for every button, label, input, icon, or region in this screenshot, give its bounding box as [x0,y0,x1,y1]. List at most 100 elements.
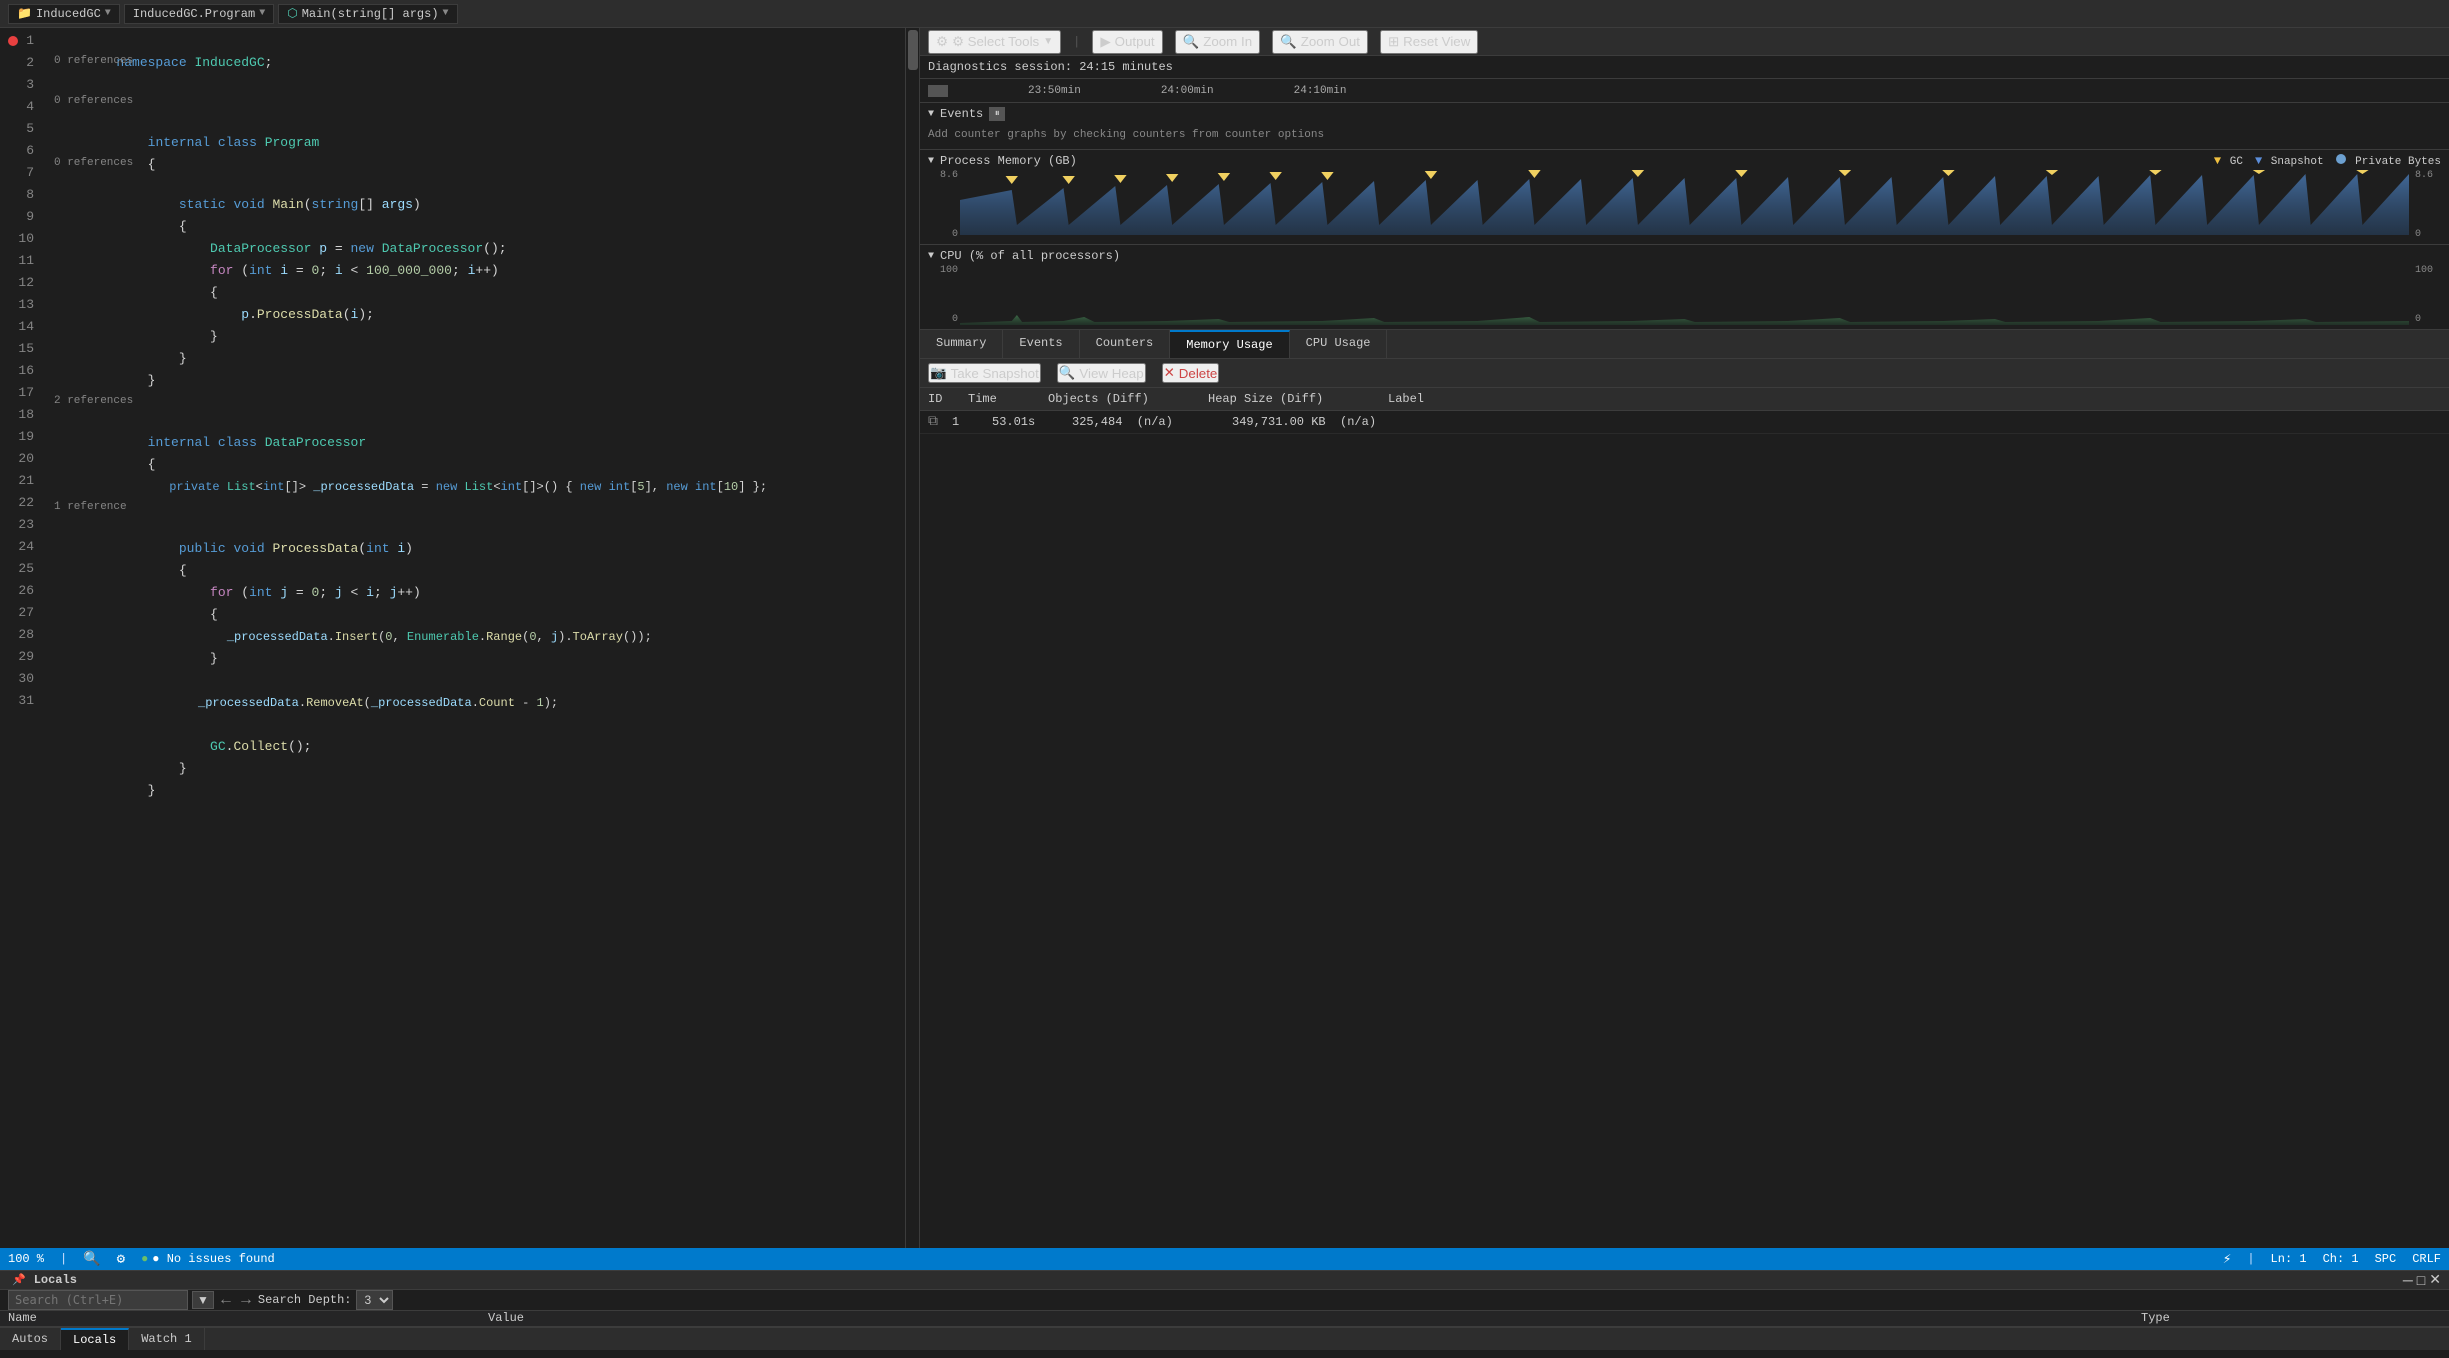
code-line: private List<int[]> _processedData = new… [50,454,905,476]
cpu-chart-labels-left: 100 0 [928,265,958,325]
tab-autos[interactable]: Autos [0,1328,61,1350]
private-bytes-dot-icon [2336,154,2346,164]
gear-icon: ⚙ [936,34,948,50]
settings-icon[interactable]: ⚙ [117,1251,125,1268]
cpu-collapse-icon[interactable]: ▼ [928,251,934,262]
col-objects-header: Objects (Diff) [1048,392,1208,406]
zoom-out-button[interactable]: 🔍 Zoom Out [1272,30,1368,54]
diag-tabs: Summary Events Counters Memory Usage CPU… [920,330,2449,359]
search-dropdown-button[interactable]: ▼ [192,1291,214,1309]
locals-header: 📌 Locals ─ □ ✕ [0,1271,2449,1290]
take-snapshot-button[interactable]: 📷 Take Snapshot [928,363,1041,383]
zoom-in-button[interactable]: 🔍 Zoom In [1175,30,1261,54]
search-depth-label: Search Depth: [258,1293,352,1307]
chevron-icon3: ▼ [443,8,449,19]
tab-summary[interactable]: Summary [920,330,1003,358]
diag-toolbar: ⚙ ⚙ Select Tools ▼ | ▶ Output 🔍 Zoom In … [920,28,2449,56]
locals-columns: Name Value Type [0,1311,2449,1327]
select-tools-button[interactable]: ⚙ ⚙ Select Tools ▼ [928,30,1061,54]
cpu-chart-section: ▼ CPU (% of all processors) 100 0 [920,245,2449,330]
tab-memory-usage[interactable]: Memory Usage [1170,330,1289,358]
zoom-level: 100 % [8,1252,44,1266]
search-forward-button[interactable]: → [238,1291,254,1309]
row-objects: 325,484 (n/a) [1072,415,1232,429]
events-header: ▼ Events ⏸ [928,107,2441,121]
locals-close-button[interactable]: ✕ [2429,1271,2441,1288]
scrollbar-thumb[interactable] [908,30,918,70]
code-line: _processedData.RemoveAt(_processedData.C… [50,670,905,692]
delete-button[interactable]: ✕ Delete [1162,363,1220,383]
delete-icon: ✕ [1164,365,1175,381]
locals-maximize-button[interactable]: □ [2417,1272,2425,1288]
locals-search-bar: ▼ ← → Search Depth: 3 [0,1290,2449,1311]
chart-header: ▼ Process Memory (GB) ▼ GC ▼ Snapshot Pr… [928,154,2441,168]
tab-locals[interactable]: Locals [61,1328,129,1350]
row-id: 1 [952,415,992,429]
title-bar: 📁 InducedGC ▼ InducedGC.Program ▼ ⬡ Main… [0,0,2449,28]
output-label: Output [1115,34,1155,49]
col-label-header: Label [1388,392,2441,406]
cpu-chart-labels-right: 100 0 [2411,265,2441,325]
search-depth-select[interactable]: 3 [356,1290,393,1310]
delete-label: Delete [1179,366,1218,381]
view-heap-button[interactable]: 🔍 View Heap [1057,363,1146,383]
line-numbers: 1 2 3 4 5 6 7 8 9 10 11 12 13 14 15 16 1… [0,28,50,1248]
cpu-chart-svg [960,265,2409,325]
zoom-in-icon: 🔍 [1183,34,1200,50]
timeline-t3: 24:10min [1294,85,1347,97]
code-line [50,370,905,392]
locals-minimize-button[interactable]: ─ [2403,1272,2413,1288]
zoom-out-icon: 🔍 [1280,34,1297,50]
chevron-icon2: ▼ [259,8,265,19]
row-heap: 349,731.00 KB (n/a) [1232,415,1412,429]
code-line: namespace InducedGC; [50,30,905,52]
locals-title: Locals [34,1273,77,1287]
row-time: 53.01s [992,415,1072,429]
timeline-t1: 23:50min [1028,85,1081,97]
snapshot-legend: ▼ Snapshot [2255,154,2324,168]
snapshot-triangle-icon: ▼ [2255,154,2262,168]
timeline-t2: 24:00min [1161,85,1214,97]
gc-legend: ▼ GC [2214,154,2243,168]
code-line [50,780,905,802]
memory-toolbar: 📷 Take Snapshot 🔍 View Heap ✕ Delete [920,359,2449,388]
col-heap-header: Heap Size (Diff) [1208,392,1388,406]
tab-counters[interactable]: Counters [1080,330,1171,358]
locals-search-input[interactable] [8,1290,188,1310]
private-bytes-legend: Private Bytes [2336,154,2441,168]
camera-icon: 📷 [930,365,947,381]
project-tab[interactable]: 📁 InducedGC ▼ [8,4,120,24]
view-heap-label: View Heap [1079,366,1143,381]
code-area[interactable]: namespace InducedGC; 0 references 0 refe… [50,28,905,1248]
reset-view-label: Reset View [1403,34,1470,49]
magnify-icon[interactable]: 🔍 [83,1251,100,1268]
memory-chart-labels-left: 8.6 0 [928,170,958,240]
file-tab[interactable]: InducedGC.Program ▼ [124,4,274,24]
nav-icon[interactable]: ⚡ [2223,1251,2231,1268]
method-tab[interactable]: ⬡ Main(string[] args) ▼ [278,4,457,24]
locals-panel: 📌 Locals ─ □ ✕ ▼ ← → Search Depth: 3 Nam… [0,1270,2449,1350]
reset-view-button[interactable]: ⊞ Reset View [1380,30,1478,54]
take-snapshot-label: Take Snapshot [951,366,1039,381]
status-sep2: | [2247,1252,2254,1266]
col-value: Value [488,1311,2141,1325]
status-separator: | [60,1252,67,1266]
diagnostics-panel: ⚙ ⚙ Select Tools ▼ | ▶ Output 🔍 Zoom In … [919,28,2449,1248]
output-button[interactable]: ▶ Output [1092,30,1162,54]
search-back-button[interactable]: ← [218,1291,234,1309]
editor-scrollbar[interactable] [905,28,919,1248]
diag-session: Diagnostics session: 24:15 minutes [920,56,2449,79]
snapshot-row[interactable]: ⧉ 1 53.01s 325,484 (n/a) 349,731.00 KB (… [920,411,2449,434]
events-label: Events [940,107,983,121]
code-line: GC.Collect(); [50,714,905,736]
tab-events[interactable]: Events [1003,330,1079,358]
pause-button[interactable]: ⏸ [989,107,1005,121]
code-line: internal class DataProcessor [50,410,905,432]
locals-pin-button[interactable]: 📌 [8,1271,30,1288]
tab-watch1[interactable]: Watch 1 [129,1328,204,1350]
memory-collapse-icon[interactable]: ▼ [928,156,934,167]
green-dot-icon: ● [141,1252,148,1266]
tab-cpu-usage[interactable]: CPU Usage [1290,330,1388,358]
events-collapse-icon[interactable]: ▼ [928,109,934,120]
breakpoint [8,36,18,46]
